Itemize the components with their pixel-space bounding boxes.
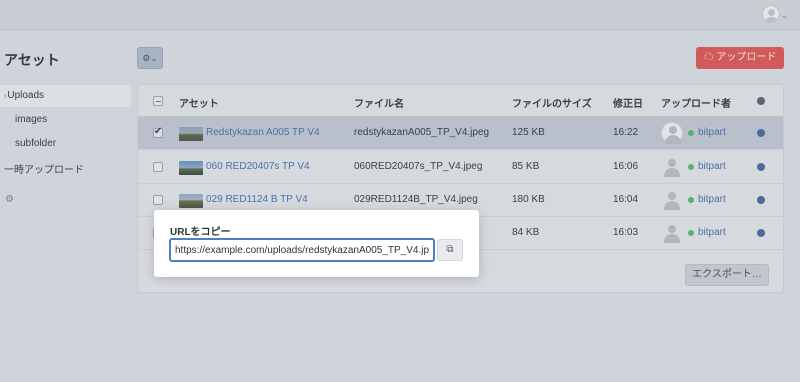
- row-checkbox[interactable]: [153, 126, 163, 138]
- asset-title-link[interactable]: 060 RED20407s TP V4: [206, 161, 310, 172]
- uploader-avatar: [661, 122, 683, 144]
- date-cell: 16:03: [613, 227, 639, 238]
- top-bar: ⌄: [0, 0, 800, 30]
- column-header-uploader[interactable]: アップロード者: [661, 95, 731, 110]
- user-avatar-icon[interactable]: [762, 5, 780, 23]
- size-cell: 125 KB: [512, 127, 545, 138]
- table-row[interactable]: 060 RED20407s TP V4 060RED20407s_TP_V4.j…: [138, 151, 783, 184]
- date-cell: 16:22: [613, 127, 639, 138]
- filename-cell: 029RED1124B_TP_V4.jpeg: [354, 194, 478, 205]
- globe-icon: [757, 97, 765, 105]
- select-all-checkbox[interactable]: [153, 96, 163, 106]
- column-header-size[interactable]: ファイルのサイズ: [512, 95, 592, 110]
- uploader-link[interactable]: bitpart: [698, 227, 726, 238]
- column-header-date[interactable]: 修正日: [613, 95, 643, 110]
- online-status-dot: [688, 230, 694, 236]
- sidebar-item-label: Uploads: [7, 90, 45, 101]
- uploader-link[interactable]: bitpart: [698, 161, 726, 172]
- online-status-dot: [688, 197, 694, 203]
- filename-cell: redstykazanA005_TP_V4.jpeg: [354, 127, 490, 138]
- online-status-dot: [688, 164, 694, 170]
- table-row[interactable]: Redstykazan A005 TP V4 redstykazanA005_T…: [138, 117, 783, 150]
- page-title: アセット: [4, 52, 60, 68]
- copy-url-dialog: URLをコピー ⧉: [154, 210, 479, 277]
- image-thumbnail: [179, 161, 203, 175]
- upload-button[interactable]: ☁ アップロード: [696, 47, 784, 69]
- date-cell: 16:06: [613, 161, 639, 172]
- column-header-filename[interactable]: ファイル名: [354, 95, 404, 110]
- dialog-title: URLをコピー: [170, 227, 231, 238]
- settings-gear-icon[interactable]: ⚙: [5, 194, 14, 205]
- online-status-dot: [688, 130, 694, 136]
- globe-icon: [757, 196, 765, 204]
- globe-icon: [757, 129, 765, 137]
- size-cell: 84 KB: [512, 227, 540, 238]
- uploader-avatar: [661, 189, 683, 211]
- size-cell: 85 KB: [512, 161, 540, 172]
- image-thumbnail: [179, 194, 203, 208]
- column-header-asset[interactable]: アセット: [179, 95, 219, 110]
- asset-title-link[interactable]: Redstykazan A005 TP V4: [206, 127, 320, 138]
- date-cell: 16:04: [613, 194, 639, 205]
- row-checkbox[interactable]: [153, 162, 163, 172]
- asset-title-link[interactable]: 029 RED1124 B TP V4: [206, 194, 308, 205]
- table-header: アセット ファイル名 ファイルのサイズ 修正日 アップロード者: [138, 85, 783, 117]
- sidebar-item-temp-uploads[interactable]: 一時アップロード: [4, 161, 84, 176]
- url-input[interactable]: [169, 238, 435, 262]
- copy-icon[interactable]: ⧉: [437, 239, 463, 261]
- size-cell: 180 KB: [512, 194, 545, 205]
- sidebar-item-images[interactable]: images: [15, 114, 47, 125]
- image-thumbnail: [179, 127, 203, 141]
- uploader-link[interactable]: bitpart: [698, 194, 726, 205]
- sidebar-item-uploads[interactable]: ›Uploads: [0, 85, 131, 107]
- uploader-link[interactable]: bitpart: [698, 127, 726, 138]
- uploader-avatar: [661, 222, 683, 244]
- globe-icon: [757, 163, 765, 171]
- chevron-down-icon[interactable]: ⌄: [781, 11, 788, 20]
- expand-arrow-icon[interactable]: ›: [4, 93, 6, 100]
- actions-menu-button[interactable]: ⚙⌄: [137, 47, 163, 69]
- row-checkbox[interactable]: [153, 195, 163, 205]
- sidebar-item-subfolder[interactable]: subfolder: [15, 138, 56, 149]
- export-button[interactable]: エクスポート…: [685, 264, 769, 286]
- filename-cell: 060RED20407s_TP_V4.jpeg: [354, 161, 483, 172]
- globe-icon: [757, 229, 765, 237]
- uploader-avatar: [661, 156, 683, 178]
